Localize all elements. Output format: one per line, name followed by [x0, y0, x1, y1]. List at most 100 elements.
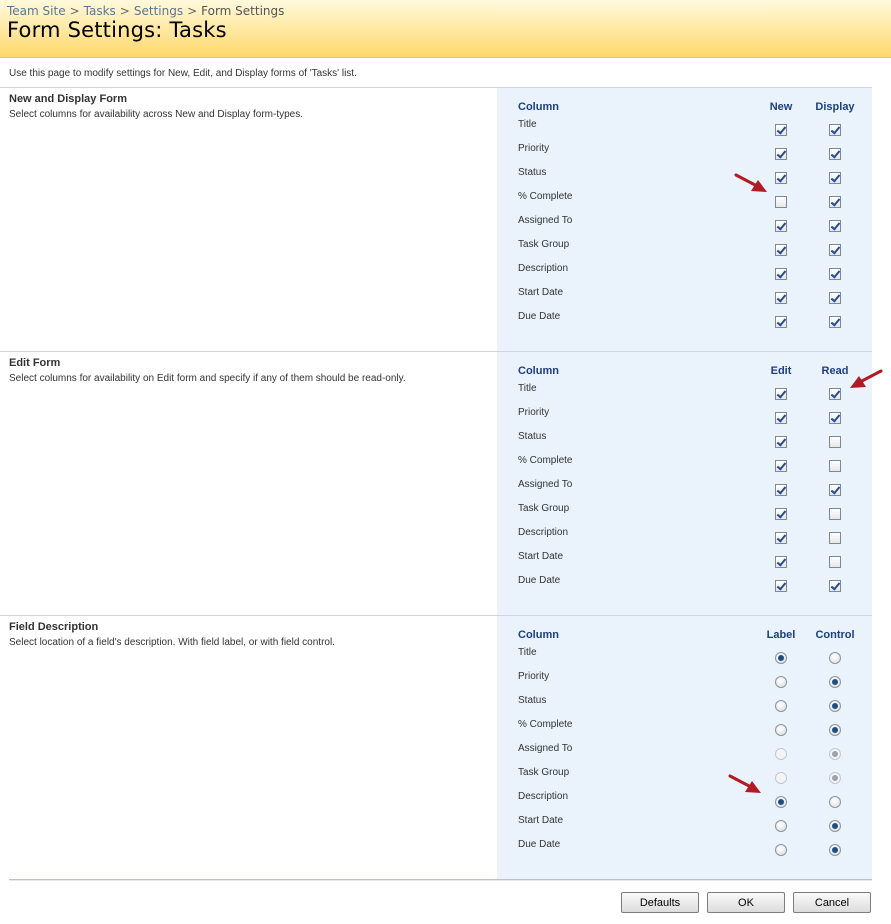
breadcrumb-item-settings[interactable]: Settings — [134, 4, 183, 18]
label-radio[interactable] — [775, 796, 787, 808]
display-checkbox[interactable] — [829, 124, 841, 136]
display-checkbox[interactable] — [829, 148, 841, 160]
control-radio[interactable] — [829, 700, 841, 712]
read-checkbox[interactable] — [829, 484, 841, 496]
column-settings-panel: Column New Display Title Priority Status % Com… — [497, 88, 872, 351]
header-control: Control — [815, 629, 855, 641]
column-label: Start Date — [518, 287, 564, 298]
column-label: Start Date — [518, 551, 564, 562]
control-radio[interactable] — [829, 724, 841, 736]
breadcrumb-separator: > — [187, 4, 198, 18]
page-title: Form Settings: Tasks — [7, 18, 227, 42]
edit-checkbox[interactable] — [775, 484, 787, 496]
read-checkbox[interactable] — [829, 412, 841, 424]
control-radio[interactable] — [829, 796, 841, 808]
display-checkbox[interactable] — [829, 196, 841, 208]
table-row: Title — [497, 119, 872, 143]
column-label: Description — [518, 527, 569, 538]
column-label: Task Group — [518, 767, 570, 778]
table-row: Start Date — [497, 287, 872, 311]
edit-checkbox[interactable] — [775, 412, 787, 424]
table-row: Assigned To — [497, 479, 872, 503]
table-row: Assigned To — [497, 743, 872, 767]
new-checkbox[interactable] — [775, 244, 787, 256]
section-description: Select columns for availability across N… — [9, 109, 303, 120]
read-checkbox[interactable] — [829, 508, 841, 520]
read-checkbox[interactable] — [829, 532, 841, 544]
column-label: Title — [518, 119, 537, 130]
table-row: Priority — [497, 143, 872, 167]
ok-button[interactable]: OK — [707, 892, 785, 913]
new-checkbox[interactable] — [775, 124, 787, 136]
new-checkbox[interactable] — [775, 220, 787, 232]
edit-checkbox[interactable] — [775, 388, 787, 400]
label-radio — [775, 748, 787, 760]
section-new-display: New and Display Form Select columns for a… — [0, 87, 872, 351]
table-row: Task Group — [497, 239, 872, 263]
table-row: Status — [497, 695, 872, 719]
column-label: Title — [518, 647, 537, 658]
breadcrumb-item-tasks[interactable]: Tasks — [84, 4, 116, 18]
read-checkbox[interactable] — [829, 556, 841, 568]
read-checkbox[interactable] — [829, 580, 841, 592]
read-checkbox[interactable] — [829, 436, 841, 448]
column-label: Status — [518, 695, 547, 706]
column-label: % Complete — [518, 455, 573, 466]
section-info: Field Description Select location of a fi… — [9, 616, 489, 648]
breadcrumb-item-team-site[interactable]: Team Site — [7, 4, 66, 18]
label-radio[interactable] — [775, 724, 787, 736]
edit-checkbox[interactable] — [775, 436, 787, 448]
column-label: Due Date — [518, 311, 561, 322]
new-checkbox[interactable] — [775, 268, 787, 280]
control-radio[interactable] — [829, 652, 841, 664]
column-label: Start Date — [518, 815, 564, 826]
control-radio[interactable] — [829, 676, 841, 688]
label-radio[interactable] — [775, 820, 787, 832]
section-title: New and Display Form — [9, 93, 127, 105]
control-radio — [829, 772, 841, 784]
edit-checkbox[interactable] — [775, 460, 787, 472]
column-label: Task Group — [518, 503, 570, 514]
column-settings-panel: Column Label Control Title Priority Status % C… — [497, 616, 872, 879]
table-row: Status — [497, 431, 872, 455]
new-checkbox[interactable] — [775, 292, 787, 304]
label-radio[interactable] — [775, 844, 787, 856]
display-checkbox[interactable] — [829, 172, 841, 184]
table-row: Start Date — [497, 551, 872, 575]
table-row: Description — [497, 791, 872, 815]
table-row: Title — [497, 383, 872, 407]
defaults-button[interactable]: Defaults — [621, 892, 699, 913]
new-checkbox[interactable] — [775, 148, 787, 160]
read-checkbox[interactable] — [829, 460, 841, 472]
new-checkbox[interactable] — [775, 172, 787, 184]
control-radio[interactable] — [829, 820, 841, 832]
table-row: Start Date — [497, 815, 872, 839]
label-radio — [775, 772, 787, 784]
column-label: Status — [518, 167, 547, 178]
label-radio[interactable] — [775, 700, 787, 712]
display-checkbox[interactable] — [829, 244, 841, 256]
display-checkbox[interactable] — [829, 316, 841, 328]
bottom-divider — [9, 879, 872, 881]
label-radio[interactable] — [775, 652, 787, 664]
title-band: Team Site > Tasks > Settings > Form Settings F… — [0, 0, 891, 58]
cancel-button[interactable]: Cancel — [793, 892, 871, 913]
new-checkbox[interactable] — [775, 316, 787, 328]
read-checkbox[interactable] — [829, 388, 841, 400]
column-label: Assigned To — [518, 743, 573, 754]
edit-checkbox[interactable] — [775, 508, 787, 520]
edit-checkbox[interactable] — [775, 532, 787, 544]
display-checkbox[interactable] — [829, 292, 841, 304]
column-label: % Complete — [518, 191, 573, 202]
column-label: % Complete — [518, 719, 573, 730]
control-radio[interactable] — [829, 844, 841, 856]
display-checkbox[interactable] — [829, 220, 841, 232]
display-checkbox[interactable] — [829, 268, 841, 280]
column-settings-panel: Column Edit Read Title Priority Status% Compl… — [497, 352, 872, 615]
label-radio[interactable] — [775, 676, 787, 688]
table-row: Task Group — [497, 503, 872, 527]
new-checkbox[interactable] — [775, 196, 787, 208]
column-label: Status — [518, 431, 547, 442]
edit-checkbox[interactable] — [775, 556, 787, 568]
edit-checkbox[interactable] — [775, 580, 787, 592]
